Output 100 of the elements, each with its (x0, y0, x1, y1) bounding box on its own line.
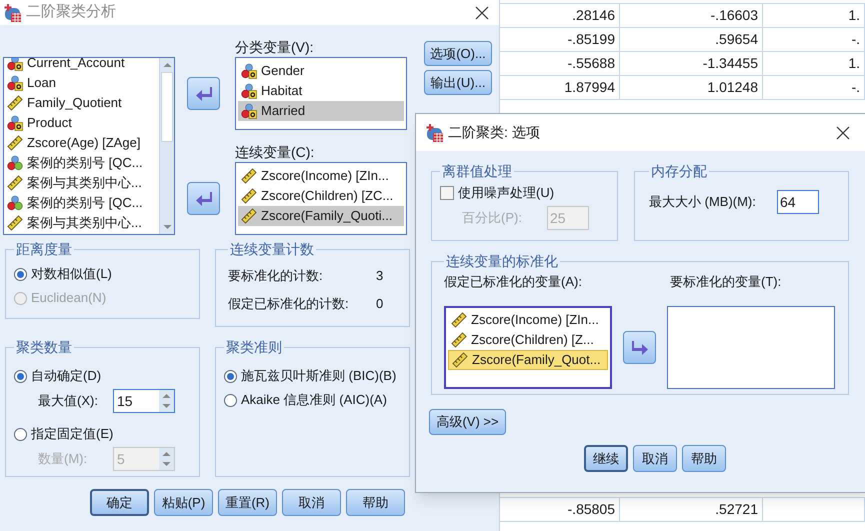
ruler-icon (452, 352, 468, 368)
cluster-variable-icon (7, 155, 23, 171)
table-cell-text: .59654 (715, 30, 758, 49)
radio-button[interactable] (14, 268, 27, 280)
dialog-button[interactable]: 选项(O)... (424, 41, 492, 66)
variable-label: Zscore(Family_Quot... (472, 351, 601, 370)
variable-label: Zscore(Family_Quoti... (261, 207, 392, 226)
variable-item[interactable]: Product (4, 113, 159, 133)
radio-label: Akaike 信息准则 (AIC)(A) (241, 391, 387, 410)
variable-label: Family_Quotient (27, 94, 122, 112)
move-arrow-button[interactable] (623, 331, 656, 364)
variable-item[interactable]: Married (238, 101, 404, 121)
move-arrow-button[interactable] (187, 182, 220, 215)
dialog-button[interactable]: 取消 (633, 445, 677, 472)
move-arrow-button[interactable] (187, 77, 220, 110)
group-title: 聚类准则 (225, 338, 283, 357)
checkbox[interactable] (440, 186, 454, 200)
variable-label: Zscore(Income) [ZIn... (261, 167, 389, 186)
count-label: 假定已标准化的计数: (228, 295, 350, 314)
dialog-button[interactable]: 取消 (282, 489, 341, 516)
field-label: 百分比(P): (462, 209, 523, 228)
nominal-variable-icon (241, 103, 257, 119)
dialog-button[interactable]: 帮助 (346, 489, 405, 516)
variable-item[interactable]: 案例与其类别中心... (4, 173, 159, 193)
spinner-icon (159, 448, 174, 470)
variable-list[interactable] (667, 306, 835, 389)
left-arrow-icon (194, 190, 212, 208)
table-cell-text: -.85199 (568, 30, 615, 49)
variable-label: 案例的类别号 [QC... (27, 154, 143, 172)
group-title: 聚类数量 (15, 338, 73, 357)
dialog-button[interactable]: 继续 (584, 445, 628, 472)
radio-label: Euclidean(N) (31, 289, 106, 308)
scrollbar[interactable] (159, 58, 174, 234)
variable-item[interactable]: 案例的类别号 [QC... (4, 193, 159, 213)
spinner-icon (159, 390, 174, 412)
table-cell-text: -.16603 (710, 6, 758, 25)
variable-label: Zscore(Age) [ZAge] (27, 134, 140, 152)
variable-item[interactable]: Zscore(Children) [Z... (448, 330, 608, 350)
nominal-variable-icon (7, 75, 23, 91)
spin-field[interactable]: 15 (113, 389, 175, 413)
list-label: 连续变量(C): (235, 143, 316, 162)
table-cell-text: -. (851, 78, 860, 97)
table-cell-text: .28146 (572, 6, 615, 25)
variable-item[interactable]: Gender (238, 61, 404, 81)
variable-list[interactable]: Current_Account Loan Family_Quotient Product Zscore(Age) [ZAge] 案例的类别号 [QC... 案例与其类别中心... 案例的类别号 [QC... 案例与其类别中心... (3, 57, 175, 235)
variable-item[interactable]: Zscore(Income) [ZIn... (448, 310, 608, 330)
variable-label: Married (261, 102, 306, 120)
radio-button[interactable] (224, 394, 237, 406)
list-label: 要标准化的变量(T): (670, 273, 782, 291)
table-cell-text: -.55688 (568, 54, 615, 73)
variable-item[interactable]: Zscore(Family_Quot... (448, 350, 608, 370)
field-label: 最大值(X): (38, 392, 99, 410)
dialog-button[interactable]: 高级(V) >> (429, 409, 506, 435)
radio-button[interactable] (224, 370, 237, 382)
close-icon (475, 6, 489, 20)
variable-label: Habitat (261, 82, 302, 100)
nominal-variable-icon (241, 63, 257, 79)
dialog-button[interactable]: 重置(R) (218, 489, 277, 516)
group-title: 连续变量的标准化 (445, 252, 559, 271)
variable-item[interactable]: Zscore(Children) [ZC... (238, 186, 404, 206)
variable-label: Zscore(Income) [ZIn... (471, 311, 599, 330)
variable-item[interactable]: Current_Account (4, 58, 159, 73)
variable-item[interactable]: 案例的类别号 [QC... (4, 153, 159, 173)
variable-label: Gender (261, 62, 304, 80)
variable-label: Zscore(Children) [Z... (471, 331, 594, 350)
dialog-button[interactable]: 帮助 (682, 445, 726, 472)
variable-label: Zscore(Children) [ZC... (261, 187, 394, 206)
list-label: 分类变量(V): (235, 38, 315, 57)
radio-label: 指定固定值(E) (31, 425, 114, 444)
table-cell-text: -1.34455 (702, 54, 758, 73)
variable-list[interactable]: Zscore(Income) [ZIn... Zscore(Children) [Z... Zscore(Family_Quot... (444, 306, 612, 389)
nominal-variable-icon (7, 58, 23, 71)
variable-list[interactable]: Zscore(Income) [ZIn... Zscore(Children) [ZC... Zscore(Family_Quoti... (235, 162, 407, 235)
table-cell-text: 1.01248 (707, 78, 758, 97)
table-cell-text: -.85805 (568, 500, 615, 519)
variable-list[interactable]: Gender Habitat Married (235, 57, 407, 130)
variable-label: Current_Account (27, 58, 125, 72)
variable-item[interactable]: 案例与其类别中心... (4, 213, 159, 233)
window-title: 二阶聚类: 选项 (448, 123, 540, 142)
variable-item[interactable]: Loan (4, 73, 159, 93)
nominal-variable-icon (241, 83, 257, 99)
dialog-button[interactable]: 粘贴(P) (154, 489, 213, 516)
table-cell-text: -. (851, 30, 860, 49)
variable-item[interactable]: Zscore(Income) [ZIn... (238, 166, 404, 186)
dialog-button[interactable]: 输出(U)... (424, 70, 492, 95)
left-arrow-icon (194, 84, 212, 102)
radio-label: 自动确定(D) (31, 367, 102, 386)
count-label: 要标准化的计数: (228, 267, 324, 286)
radio-button[interactable] (14, 370, 27, 382)
variable-item[interactable]: Habitat (238, 81, 404, 101)
input-field[interactable]: 64 (777, 190, 819, 214)
close-icon (836, 126, 850, 140)
variable-label: 案例的类别号 [QC... (27, 194, 143, 212)
variable-item[interactable]: Zscore(Family_Quoti... (238, 206, 404, 226)
dialog-button[interactable]: 确定 (90, 489, 149, 516)
variable-label: Loan (27, 74, 56, 92)
table-cell-text: 1. (848, 54, 860, 73)
ruler-icon (241, 208, 257, 224)
variable-item[interactable]: Zscore(Age) [ZAge] (4, 133, 159, 153)
variable-item[interactable]: Family_Quotient (4, 93, 159, 113)
